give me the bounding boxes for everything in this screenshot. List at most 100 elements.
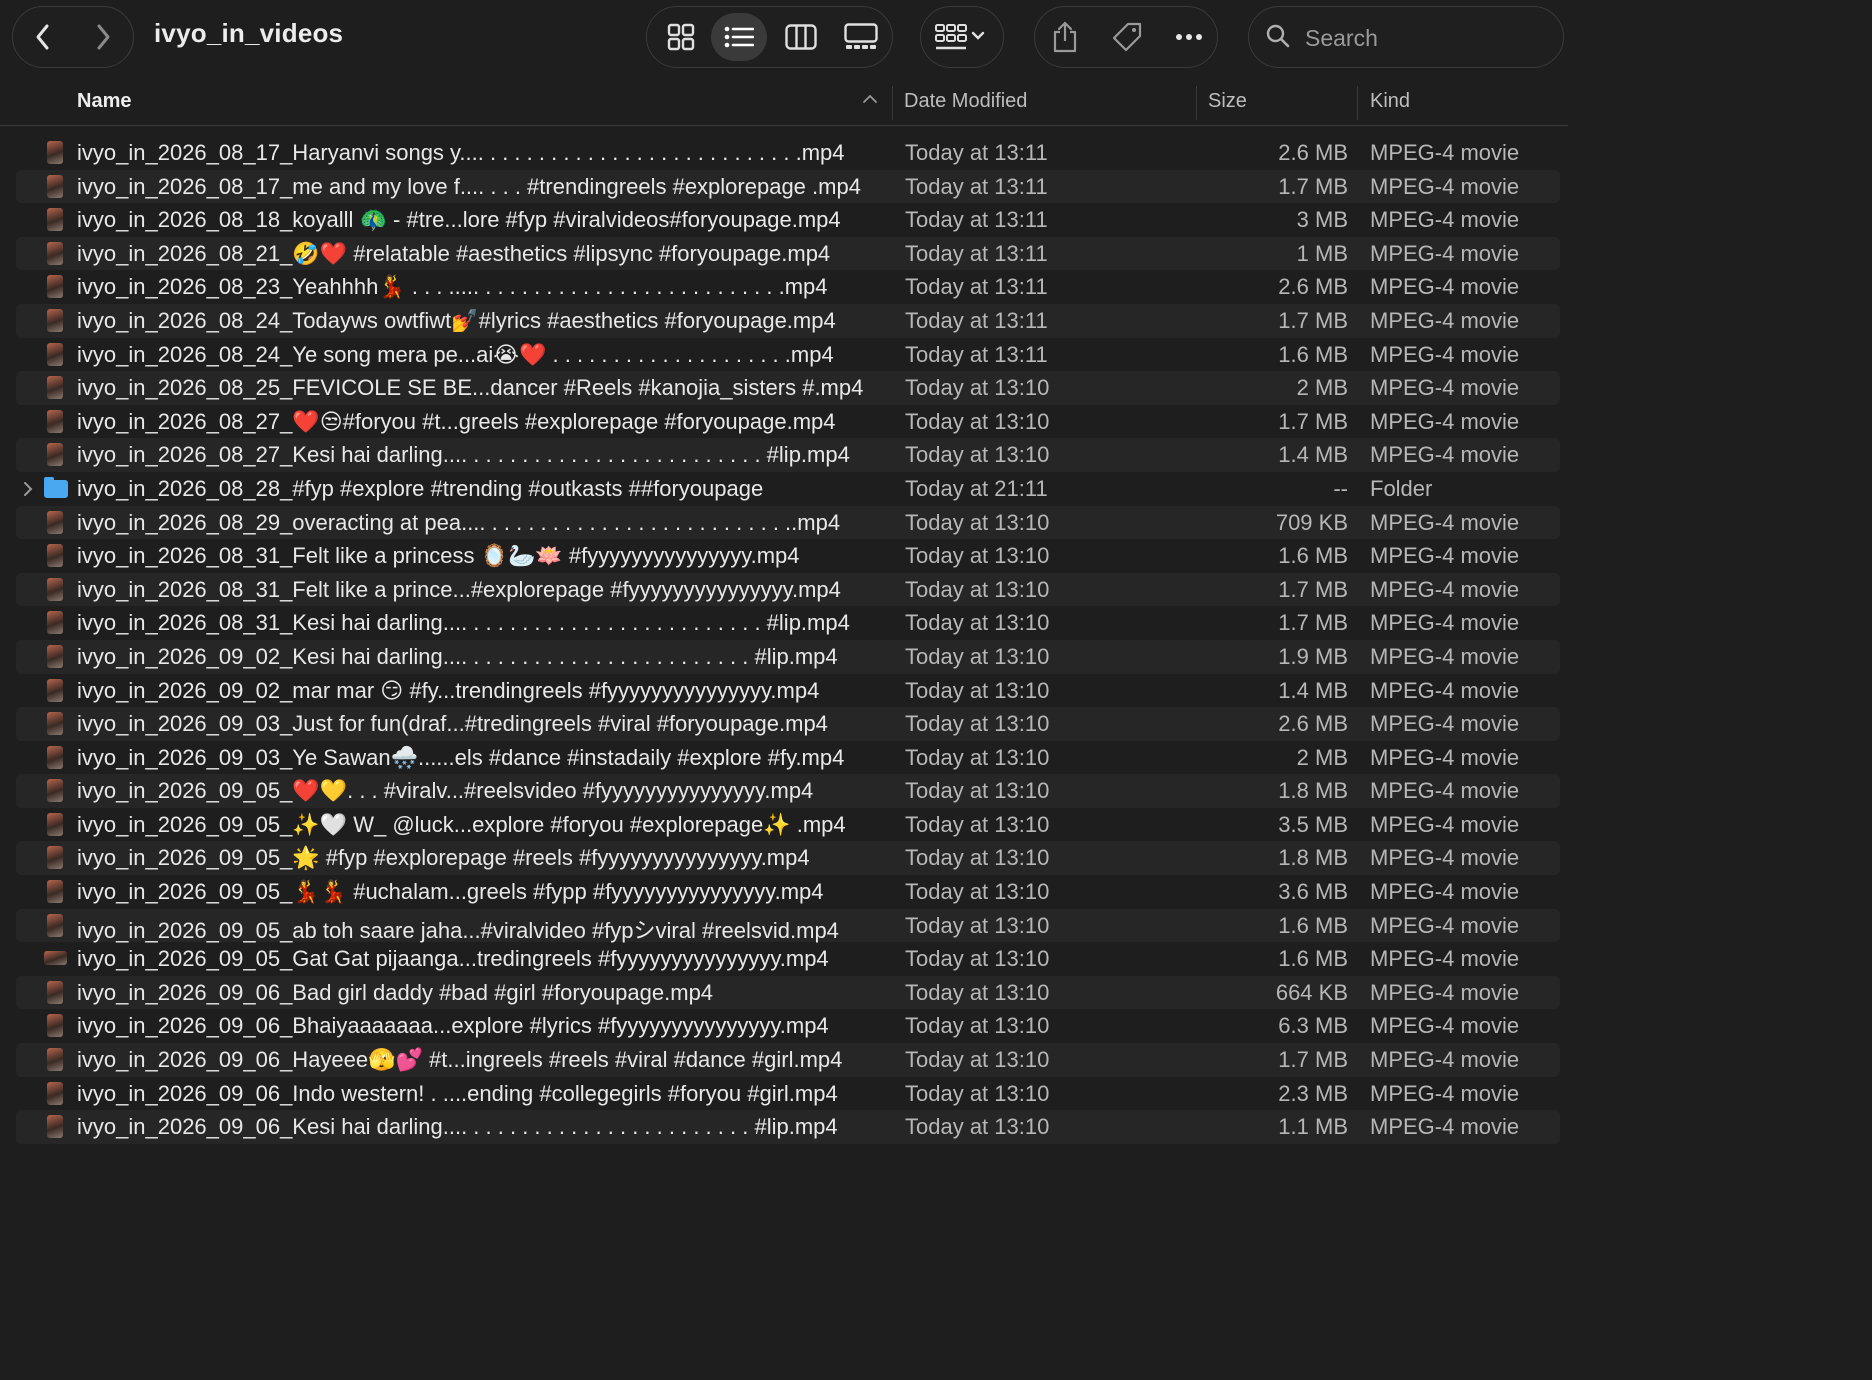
file-row[interactable]: ivyo_in_2026_09_05_🌟 #fyp #explorepage #…	[0, 841, 1568, 875]
file-row[interactable]: ivyo_in_2026_08_27_Kesi hai darling.... …	[0, 438, 1568, 472]
cell-date: Today at 13:10	[905, 778, 1050, 804]
cell-size: 1.6 MB	[1278, 341, 1348, 367]
icon-view-button[interactable]	[653, 13, 709, 61]
file-row[interactable]: ivyo_in_2026_09_06_Bhaiyaaaaaaa...explor…	[0, 1009, 1568, 1043]
cell-date: Today at 13:10	[905, 912, 1050, 938]
search-input[interactable]	[1303, 21, 1547, 55]
cell-name: ivyo_in_2026_08_27_❤️😒#foryou #t...greel…	[77, 408, 836, 434]
file-row[interactable]: ivyo_in_2026_09_05_Gat Gat pijaanga...tr…	[0, 942, 1568, 976]
file-row[interactable]: ivyo_in_2026_08_25_FEVICOLE SE BE...danc…	[0, 371, 1568, 405]
cell-date: Today at 13:10	[905, 375, 1050, 401]
file-row[interactable]: ivyo_in_2026_09_05_✨🤍 W_ @luck...explore…	[0, 808, 1568, 842]
cell-date: Today at 13:10	[905, 811, 1050, 837]
cell-size: 1.6 MB	[1278, 912, 1348, 938]
file-row[interactable]: ivyo_in_2026_08_18_koyalll 🦚 - #tre...lo…	[0, 203, 1568, 237]
column-header-name[interactable]: Name	[77, 90, 131, 113]
cell-date: Today at 13:10	[905, 1047, 1050, 1073]
cell-date: Today at 13:10	[905, 1080, 1050, 1106]
cell-date: Today at 13:10	[905, 946, 1050, 972]
column-divider[interactable]	[892, 86, 893, 120]
navigation-group	[12, 6, 134, 68]
cell-kind: MPEG-4 movie	[1370, 173, 1520, 199]
forward-button[interactable]	[73, 7, 133, 67]
file-row[interactable]: ivyo_in_2026_08_21_🤣❤️ #relatable #aesth…	[0, 236, 1568, 271]
toolbar: ivyo_in_videos	[0, 0, 1568, 76]
grid-icon	[667, 23, 695, 51]
cell-kind: MPEG-4 movie	[1370, 341, 1520, 367]
cell-name: ivyo_in_2026_08_29_overacting at pea....…	[77, 509, 841, 535]
cell-date: Today at 13:10	[905, 677, 1050, 703]
column-view-button[interactable]	[773, 13, 829, 61]
column-divider[interactable]	[1357, 86, 1358, 120]
file-row[interactable]: ivyo_in_2026_09_03_Ye Sawan🌨️......els #…	[0, 741, 1568, 775]
cell-kind: MPEG-4 movie	[1370, 744, 1520, 770]
file-row[interactable]: ivyo_in_2026_09_05_ab toh saare jaha...#…	[0, 908, 1568, 943]
video-thumbnail-icon	[47, 308, 63, 332]
video-thumbnail-icon	[47, 275, 63, 299]
cell-date: Today at 13:10	[905, 509, 1050, 535]
share-button[interactable]	[1037, 13, 1093, 61]
cell-size: 1.6 MB	[1278, 543, 1348, 569]
ellipsis-icon	[1176, 34, 1202, 40]
tag-button[interactable]	[1099, 13, 1155, 61]
cell-size: 1.7 MB	[1278, 408, 1348, 434]
chevron-right-icon	[97, 24, 110, 50]
gallery-view-button[interactable]	[833, 13, 889, 61]
column-divider[interactable]	[1196, 86, 1197, 120]
cell-date: Today at 13:11	[905, 341, 1048, 367]
file-row[interactable]: ivyo_in_2026_08_24_Ye song mera pe...ai😭…	[0, 338, 1568, 372]
file-row[interactable]: ivyo_in_2026_08_24_Todayws owtfiwt💅#lyri…	[0, 303, 1568, 338]
cell-size: 3 MB	[1296, 207, 1348, 233]
cell-size: 1.4 MB	[1278, 442, 1348, 468]
file-row[interactable]: ivyo_in_2026_08_17_Haryanvi songs y.... …	[0, 136, 1568, 170]
more-button[interactable]	[1161, 13, 1217, 61]
column-header-date[interactable]: Date Modified	[904, 90, 1027, 113]
cell-kind: MPEG-4 movie	[1370, 879, 1520, 905]
file-row[interactable]: ivyo_in_2026_09_06_Indo western! . ....e…	[0, 1077, 1568, 1111]
file-row[interactable]: ivyo_in_2026_09_05_💃💃 #uchalam...greels …	[0, 875, 1568, 909]
file-row[interactable]: ivyo_in_2026_08_27_❤️😒#foryou #t...greel…	[0, 405, 1568, 439]
column-header-size[interactable]: Size	[1208, 90, 1247, 113]
cell-kind: MPEG-4 movie	[1370, 811, 1520, 837]
file-row[interactable]: ivyo_in_2026_08_31_Kesi hai darling.... …	[0, 606, 1568, 640]
disclosure-triangle-icon[interactable]	[22, 481, 34, 497]
list-icon	[724, 26, 754, 48]
folder-row[interactable]: ivyo_in_2026_08_28_#fyp #explore #trendi…	[0, 472, 1568, 506]
cell-size: 1.8 MB	[1278, 845, 1348, 871]
cell-size: 1.1 MB	[1278, 1114, 1348, 1140]
column-header-kind[interactable]: Kind	[1370, 90, 1410, 113]
video-thumbnail-icon	[47, 846, 63, 870]
file-row[interactable]: ivyo_in_2026_08_31_Felt like a prince...…	[0, 572, 1568, 607]
share-icon	[1053, 21, 1077, 53]
file-row[interactable]: ivyo_in_2026_09_06_Kesi hai darling.... …	[0, 1110, 1568, 1144]
back-button[interactable]	[13, 7, 73, 67]
list-view-button[interactable]	[711, 13, 767, 61]
file-row[interactable]: ivyo_in_2026_09_06_Hayeee🫣💕 #t...ingreel…	[0, 1043, 1568, 1077]
cell-size: 664 KB	[1275, 979, 1348, 1005]
group-by-button[interactable]	[920, 6, 1004, 68]
file-row[interactable]: ivyo_in_2026_09_05_❤️💛. . . #viralv...#r…	[0, 774, 1568, 808]
cell-kind: MPEG-4 movie	[1370, 845, 1520, 871]
cell-name: ivyo_in_2026_09_06_Bad girl daddy #bad #…	[77, 979, 714, 1005]
cell-kind: MPEG-4 movie	[1370, 912, 1520, 938]
cell-size: 2 MB	[1296, 375, 1348, 401]
cell-name: ivyo_in_2026_08_31_Kesi hai darling.... …	[77, 610, 850, 636]
video-thumbnail-icon	[44, 951, 67, 966]
file-row[interactable]: ivyo_in_2026_09_06_Bad girl daddy #bad #…	[0, 975, 1568, 1010]
cell-size: 1.6 MB	[1278, 946, 1348, 972]
cell-kind: MPEG-4 movie	[1370, 1080, 1520, 1106]
file-row[interactable]: ivyo_in_2026_08_17_me and my love f.... …	[0, 169, 1568, 204]
file-row[interactable]: ivyo_in_2026_08_29_overacting at pea....…	[0, 505, 1568, 540]
cell-name: ivyo_in_2026_08_25_FEVICOLE SE BE...danc…	[77, 375, 864, 401]
cell-size: --	[1333, 475, 1348, 501]
file-row[interactable]: ivyo_in_2026_09_02_Kesi hai darling.... …	[0, 639, 1568, 674]
file-row[interactable]: ivyo_in_2026_09_02_mar mar 😏 #fy...trend…	[0, 674, 1568, 708]
cell-kind: MPEG-4 movie	[1370, 509, 1520, 535]
video-thumbnail-icon	[47, 376, 63, 400]
window-title: ivyo_in_videos	[154, 18, 344, 48]
file-row[interactable]: ivyo_in_2026_08_31_Felt like a princess …	[0, 539, 1568, 573]
video-thumbnail-icon	[47, 745, 63, 769]
file-row[interactable]: ivyo_in_2026_09_03_Just for fun(draf...#…	[0, 707, 1568, 741]
file-row[interactable]: ivyo_in_2026_08_23_Yeahhhh💃 . . . ..... …	[0, 270, 1568, 304]
search-field[interactable]	[1248, 6, 1564, 68]
